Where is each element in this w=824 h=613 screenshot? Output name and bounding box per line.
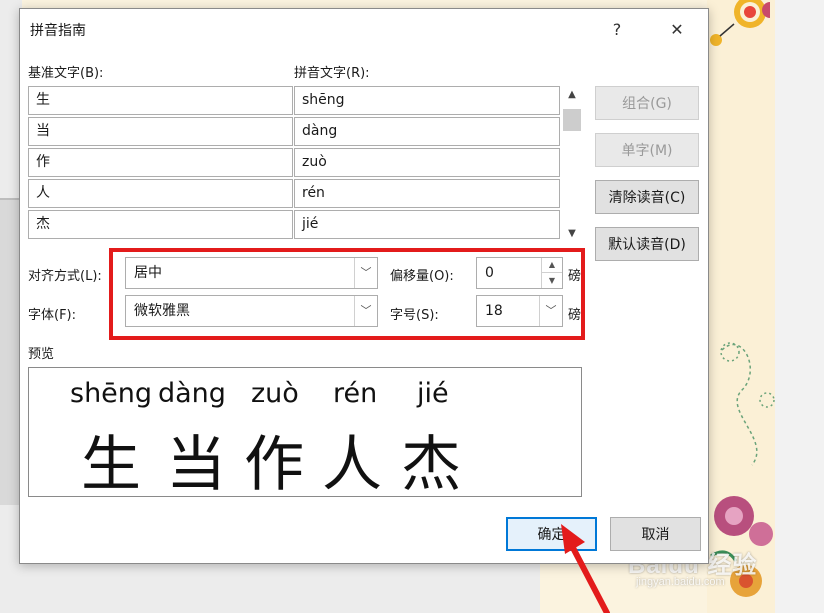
preview-box: shēng dàng zuò rén jié 生 当 作 人 杰 — [28, 367, 582, 500]
font-value: 微软雅黑 — [134, 303, 190, 319]
chevron-down-icon[interactable]: ﹀ — [539, 296, 562, 326]
alignment-select[interactable]: 居中 ﹀ — [125, 257, 378, 289]
alignment-value: 居中 — [134, 265, 162, 281]
preview-char-2: 当 — [166, 430, 226, 500]
phonetic-guide-dialog: 拼音指南 ? ✕ 基准文字(B): 拼音文字(R): 生 shēng 当 dàn… — [19, 8, 709, 564]
offset-spin-buttons[interactable]: ▲ ▼ — [541, 258, 562, 288]
offset-value: 0 — [485, 265, 494, 281]
document-bottom-area — [0, 560, 540, 613]
preview-pinyin-4: rén — [333, 378, 378, 409]
ruby-cell-4[interactable]: rén — [294, 179, 560, 208]
base-cell-3[interactable]: 作 — [28, 148, 293, 177]
close-icon[interactable]: ✕ — [662, 15, 692, 43]
watermark-url: jingyan.baidu.com — [636, 576, 725, 588]
alignment-label: 对齐方式(L): — [28, 269, 102, 284]
base-cell-4[interactable]: 人 — [28, 179, 293, 208]
preview-char-5: 杰 — [401, 430, 461, 500]
document-right-margin — [774, 0, 824, 613]
font-select[interactable]: 微软雅黑 ﹀ — [125, 295, 378, 327]
preview-char-4: 人 — [322, 430, 382, 500]
ruby-cell-5[interactable]: jié — [294, 210, 560, 239]
preview-label: 预览 — [28, 347, 55, 362]
font-label: 字体(F): — [28, 308, 77, 323]
help-icon[interactable]: ? — [602, 15, 632, 43]
dialog-title: 拼音指南 — [30, 23, 86, 39]
scroll-up-icon[interactable]: ▲ — [563, 86, 581, 102]
group-button[interactable]: 组合(G) — [595, 86, 699, 120]
size-value: 18 — [485, 303, 503, 319]
dialog-titlebar[interactable]: 拼音指南 ? ✕ — [20, 9, 708, 49]
offset-unit: 磅 — [568, 269, 582, 284]
default-reading-button[interactable]: 默认读音(D) — [595, 227, 699, 261]
preview-pinyin-5: jié — [417, 378, 449, 409]
ruby-text-label: 拼音文字(R): — [294, 66, 370, 81]
sun-decoration — [710, 0, 770, 46]
offset-label: 偏移量(O): — [390, 269, 454, 284]
vine-decoration — [720, 342, 775, 466]
mono-button[interactable]: 单字(M) — [595, 133, 699, 167]
red-arrow-pointer — [561, 524, 610, 613]
grid-scrollbar[interactable]: ▲ ▼ — [563, 86, 581, 241]
preview-char-1: 生 — [81, 430, 141, 500]
chevron-down-icon[interactable]: ﹀ — [354, 296, 377, 326]
size-label: 字号(S): — [390, 308, 439, 323]
ruby-cell-1[interactable]: shēng — [294, 86, 560, 115]
base-text-label: 基准文字(B): — [28, 66, 104, 81]
ruby-cell-2[interactable]: dàng — [294, 117, 560, 146]
size-unit: 磅 — [568, 308, 582, 323]
ruby-cell-3[interactable]: zuò — [294, 148, 560, 177]
preview-pinyin-3: zuò — [251, 378, 299, 409]
scroll-thumb[interactable] — [563, 109, 581, 131]
phonetic-grid: 生 shēng 当 dàng 作 zuò 人 rén 杰 jié — [28, 86, 560, 241]
chevron-down-icon[interactable]: ﹀ — [354, 258, 377, 288]
scroll-down-icon[interactable]: ▼ — [563, 225, 581, 241]
document-left-panel — [0, 198, 20, 505]
spin-down-icon[interactable]: ▼ — [542, 273, 562, 288]
preview-pinyin-2: dàng — [158, 378, 226, 409]
clear-reading-button[interactable]: 清除读音(C) — [595, 180, 699, 214]
base-cell-2[interactable]: 当 — [28, 117, 293, 146]
base-cell-5[interactable]: 杰 — [28, 210, 293, 239]
preview-pinyin-1: shēng — [70, 378, 153, 409]
offset-stepper[interactable]: 0 ▲ ▼ — [476, 257, 563, 289]
base-cell-1[interactable]: 生 — [28, 86, 293, 115]
preview-char-3: 作 — [244, 430, 304, 500]
size-select[interactable]: 18 ﹀ — [476, 295, 563, 327]
